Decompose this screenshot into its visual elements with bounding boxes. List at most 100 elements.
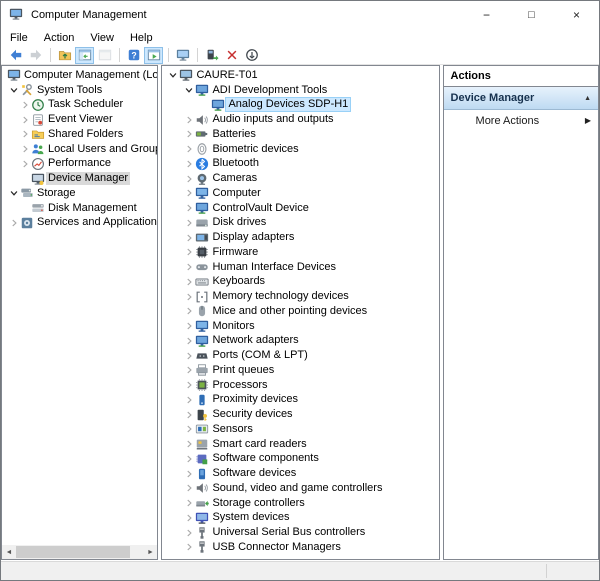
tree-item-software-devices[interactable]: Software devices <box>162 466 438 481</box>
expand-chevron-icon[interactable] <box>183 395 195 405</box>
tree-item-label[interactable]: Processors <box>210 379 269 392</box>
tree-item-label[interactable]: Display adapters <box>210 231 296 244</box>
tree-item-analog-devices-sdp-h1[interactable]: Analog Devices SDP-H1 <box>162 98 438 113</box>
tree-item-label[interactable]: Disk drives <box>210 216 268 229</box>
menu-action[interactable]: Action <box>42 32 83 44</box>
menu-help[interactable]: Help <box>128 32 161 44</box>
expand-chevron-icon[interactable] <box>183 351 195 361</box>
collapse-chevron-icon[interactable] <box>8 188 20 198</box>
expand-chevron-icon[interactable] <box>19 100 31 110</box>
help-button[interactable]: ? <box>124 47 143 64</box>
expand-chevron-icon[interactable] <box>183 469 195 479</box>
tree-item-label[interactable]: Universal Serial Bus controllers <box>210 526 367 539</box>
tree-item-memory-technology-devices[interactable]: Memory technology devices <box>162 289 438 304</box>
expand-chevron-icon[interactable] <box>183 439 195 449</box>
expand-chevron-icon[interactable] <box>183 292 195 302</box>
tree-item-human-interface-devices[interactable]: Human Interface Devices <box>162 260 438 275</box>
tree-item-disk-drives[interactable]: Disk drives <box>162 216 438 231</box>
menu-view[interactable]: View <box>88 32 122 44</box>
update-driver-button[interactable] <box>202 47 221 64</box>
tree-item-label[interactable]: Biometric devices <box>210 143 300 156</box>
tree-item-label[interactable]: Smart card readers <box>210 438 308 451</box>
tree-item-label[interactable]: Performance <box>46 157 113 170</box>
expand-chevron-icon[interactable] <box>183 424 195 434</box>
expand-chevron-icon[interactable] <box>183 498 195 508</box>
tree-item-label[interactable]: System Tools <box>35 84 104 97</box>
tree-item-cameras[interactable]: Cameras <box>162 171 438 186</box>
expand-chevron-icon[interactable] <box>183 483 195 493</box>
tree-item-label[interactable]: System devices <box>210 511 291 524</box>
tree-item-system-devices[interactable]: System devices <box>162 511 438 526</box>
tree-item-label[interactable]: Software devices <box>210 467 298 480</box>
tree-item-label[interactable]: Services and Applications <box>35 216 158 229</box>
menu-file[interactable]: File <box>8 32 36 44</box>
tree-item-label[interactable]: Software components <box>210 452 320 465</box>
expand-chevron-icon[interactable] <box>183 233 195 243</box>
tree-item-monitors[interactable]: Monitors <box>162 319 438 334</box>
tree-item-label[interactable]: Security devices <box>210 408 294 421</box>
expand-chevron-icon[interactable] <box>183 174 195 184</box>
expand-chevron-icon[interactable] <box>183 129 195 139</box>
expand-chevron-icon[interactable] <box>19 129 31 139</box>
expand-chevron-icon[interactable] <box>183 380 195 390</box>
uninstall-device-button[interactable] <box>222 47 241 64</box>
tree-item-label[interactable]: Audio inputs and outputs <box>210 113 335 126</box>
tree-item-label[interactable]: Memory technology devices <box>210 290 350 303</box>
tree-item-network-adapters[interactable]: Network adapters <box>162 334 438 349</box>
expand-chevron-icon[interactable] <box>183 247 195 257</box>
expand-chevron-icon[interactable] <box>19 159 31 169</box>
tree-item-label[interactable]: Task Scheduler <box>46 98 125 111</box>
tree-item-label[interactable]: CAURE-T01 <box>194 69 259 82</box>
tree-item-device-manager[interactable]: Device Manager <box>2 171 157 186</box>
tree-item-disk-management[interactable]: Disk Management <box>2 201 157 216</box>
expand-chevron-icon[interactable] <box>183 144 195 154</box>
expand-chevron-icon[interactable] <box>183 321 195 331</box>
tree-item-label[interactable]: Analog Devices SDP-H1 <box>226 98 350 111</box>
tree-item-security-devices[interactable]: Security devices <box>162 407 438 422</box>
tree-item-label[interactable]: Computer <box>210 187 262 200</box>
tree-item-label[interactable]: Keyboards <box>210 275 267 288</box>
expand-chevron-icon[interactable] <box>183 203 195 213</box>
tree-item-label[interactable]: USB Connector Managers <box>210 541 342 554</box>
expand-chevron-icon[interactable] <box>183 410 195 420</box>
tree-item-label[interactable]: Storage <box>35 187 78 200</box>
tree-item-proximity-devices[interactable]: Proximity devices <box>162 393 438 408</box>
tree-item-label[interactable]: Firmware <box>210 246 260 259</box>
scroll-right-arrow-icon[interactable]: ► <box>143 545 157 559</box>
disable-device-button[interactable] <box>242 47 261 64</box>
collapse-chevron-icon[interactable] <box>167 70 179 80</box>
tree-item-local-users-and-groups[interactable]: Local Users and Groups <box>2 142 157 157</box>
collapse-section-icon[interactable]: ▲ <box>584 95 591 102</box>
actions-section-header[interactable]: Device Manager ▲ <box>444 87 598 110</box>
tree-item-system-tools[interactable]: System Tools <box>2 83 157 98</box>
tree-item-label[interactable]: Batteries <box>210 128 257 141</box>
tree-item-label[interactable]: Event Viewer <box>46 113 115 126</box>
scan-hardware-button[interactable] <box>173 47 192 64</box>
show-console-tree-button[interactable] <box>75 47 94 64</box>
tree-item-event-viewer[interactable]: Event Viewer <box>2 112 157 127</box>
tree-item-label[interactable]: ADI Development Tools <box>210 84 329 97</box>
tree-item-storage-controllers[interactable]: Storage controllers <box>162 496 438 511</box>
tree-item-print-queues[interactable]: Print queues <box>162 363 438 378</box>
scrollbar-thumb[interactable] <box>16 546 130 558</box>
tree-item-shared-folders[interactable]: Shared Folders <box>2 127 157 142</box>
tree-item-biometric-devices[interactable]: Biometric devices <box>162 142 438 157</box>
tree-item-bluetooth[interactable]: Bluetooth <box>162 157 438 172</box>
expand-chevron-icon[interactable] <box>183 218 195 228</box>
expand-chevron-icon[interactable] <box>19 115 31 125</box>
tree-item-label[interactable]: Sound, video and game controllers <box>210 482 384 495</box>
tree-item-services-and-applications[interactable]: Services and Applications <box>2 216 157 231</box>
tree-item-label[interactable]: Storage controllers <box>210 497 306 510</box>
tree-item-task-scheduler[interactable]: Task Scheduler <box>2 98 157 113</box>
tree-item-sensors[interactable]: Sensors <box>162 422 438 437</box>
tree-item-label[interactable]: ControlVault Device <box>210 202 310 215</box>
more-actions-item[interactable]: More Actions ▶ <box>444 110 598 131</box>
horizontal-scrollbar[interactable]: ◄ ► <box>2 545 157 559</box>
tree-item-label[interactable]: Bluetooth <box>210 157 260 170</box>
tree-item-computer-management-local[interactable]: Computer Management (Local <box>2 68 157 83</box>
tree-item-ports-com-lpt[interactable]: Ports (COM & LPT) <box>162 348 438 363</box>
scrollbar-track[interactable] <box>16 545 143 559</box>
expand-chevron-icon[interactable] <box>183 513 195 523</box>
expand-chevron-icon[interactable] <box>183 159 195 169</box>
tree-item-mice-and-other-pointing-devices[interactable]: Mice and other pointing devices <box>162 304 438 319</box>
